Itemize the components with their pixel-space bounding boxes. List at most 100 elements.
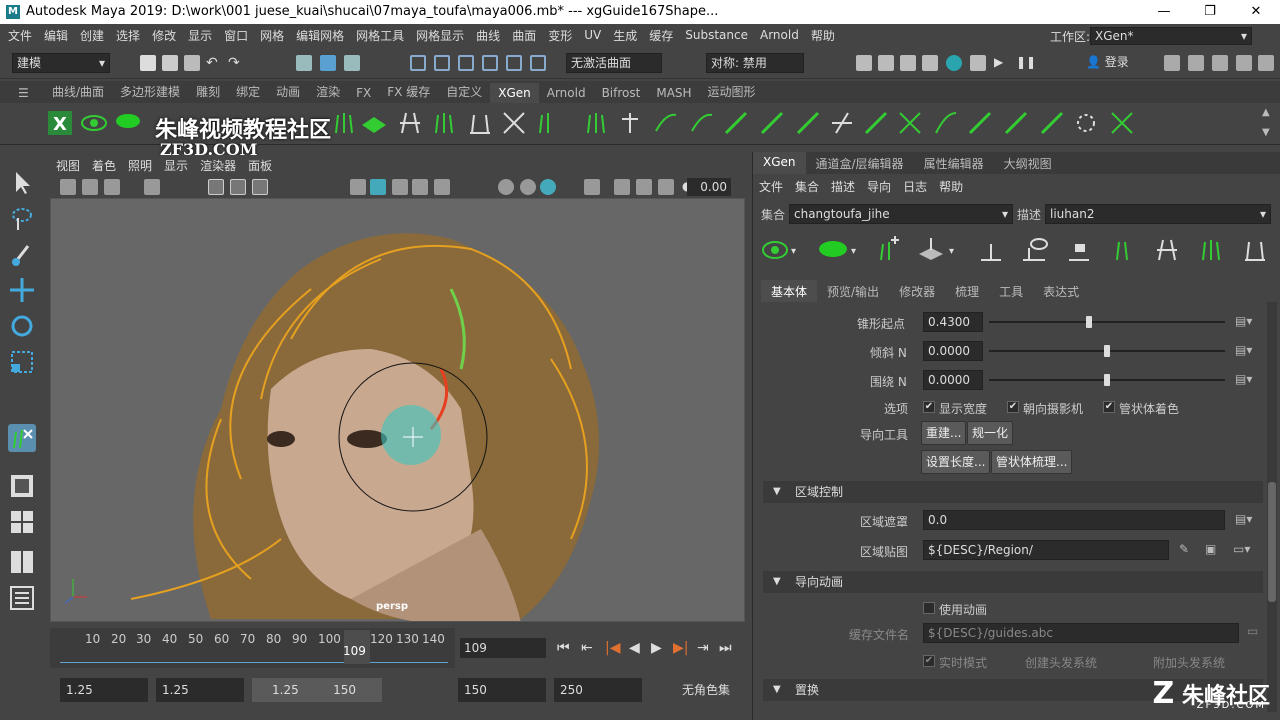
textured-icon[interactable] [412, 179, 428, 195]
isolate-select-icon[interactable] [540, 179, 556, 195]
guide-icon-1[interactable] [330, 109, 358, 137]
taper-start-slider[interactable] [989, 321, 1225, 323]
play-icon[interactable]: ▶ [994, 55, 1010, 71]
guide-normalize-icon[interactable] [1153, 236, 1181, 264]
taper-start-field[interactable]: 0.4300 [923, 312, 983, 332]
render-settings-icon[interactable] [922, 55, 938, 71]
layout-icon[interactable] [1258, 55, 1274, 71]
menu-create[interactable]: 创建 [74, 27, 110, 44]
tab-channel-box[interactable]: 通道盒/层编辑器 [806, 152, 914, 174]
shelf-tab-poly[interactable]: 多边形建模 [112, 80, 188, 103]
shelf-tab-rigging[interactable]: 绑定 [228, 80, 268, 103]
attach-hair-system-button[interactable]: 附加头发系统 [1153, 654, 1225, 671]
clear-preview-icon[interactable] [114, 109, 142, 137]
grease-pencil-icon[interactable] [144, 179, 160, 195]
character-set-dropdown[interactable]: 无角色集 [676, 678, 746, 702]
step-forward-key-icon[interactable]: ⇥ [697, 640, 709, 656]
folder-icon[interactable]: ▭▾ [1233, 542, 1250, 556]
paint-brush-icon[interactable]: ✎ [1179, 542, 1189, 556]
anim-start-field[interactable]: 1.25 [156, 678, 244, 702]
snap-surface-icon[interactable] [506, 55, 522, 71]
save-scene-icon[interactable] [184, 55, 200, 71]
viewport-panel[interactable]: persp [50, 198, 745, 622]
guide-icon-15[interactable] [828, 109, 856, 137]
guide-icon-13[interactable] [758, 109, 786, 137]
description-dropdown[interactable]: liuhan2 ▾ [1045, 204, 1271, 224]
tilt-n-field[interactable]: 0.0000 [923, 341, 983, 361]
redo-icon[interactable]: ↷ [228, 55, 244, 71]
attribute-editor-icon[interactable] [1188, 55, 1204, 71]
xgen-scrollbar-thumb[interactable] [1268, 482, 1276, 602]
tube-comb-button[interactable]: 管状体梳理... [991, 450, 1073, 474]
menu-arnold[interactable]: Arnold [754, 28, 805, 42]
vp-menu-lighting[interactable]: 照明 [122, 157, 158, 174]
move-tool-icon[interactable] [8, 276, 36, 304]
shelf-tab-curves[interactable]: 曲线/曲面 [44, 80, 112, 103]
select-component-icon[interactable] [344, 55, 360, 71]
modeling-toolkit-icon[interactable] [1164, 55, 1180, 71]
vp-menu-renderer[interactable]: 渲染器 [194, 157, 242, 174]
ambient-occlusion-icon[interactable] [520, 179, 536, 195]
subtab-primitives[interactable]: 基本体 [761, 280, 818, 302]
guide-icon-18[interactable] [932, 109, 960, 137]
region-map-field[interactable]: ${DESC}/Region/ [923, 540, 1169, 560]
xgen-clear-icon[interactable]: ▾ [817, 236, 861, 264]
snap-vertex-icon[interactable] [530, 55, 546, 71]
shelf-tab-arnold[interactable]: Arnold [539, 83, 594, 103]
shelf-scroll-down-icon[interactable]: ▼ [1262, 127, 1270, 138]
select-hierarchy-icon[interactable] [296, 55, 312, 71]
menu-mesh[interactable]: 网格 [254, 27, 290, 44]
restore-button[interactable]: ❐ [1190, 2, 1230, 22]
xray-icon[interactable] [584, 179, 600, 195]
play-backward-icon[interactable]: ◀ [629, 640, 640, 656]
shelf-scroll-up-icon[interactable]: ▲ [1262, 107, 1270, 118]
vp-menu-view[interactable]: 视图 [50, 157, 86, 174]
taper-start-knob[interactable] [1086, 316, 1092, 328]
scene-start-field[interactable]: 1.25 [60, 678, 148, 702]
guide-icon-14[interactable] [794, 109, 822, 137]
around-n-knob[interactable] [1104, 374, 1110, 386]
expression-menu-icon[interactable]: ▤▾ [1235, 512, 1252, 526]
vp-menu-show[interactable]: 显示 [158, 157, 194, 174]
guide-icon-21[interactable] [1038, 109, 1066, 137]
ipr-render-icon[interactable] [900, 55, 916, 71]
guide-icon-6[interactable] [500, 109, 528, 137]
film-gate-icon[interactable] [230, 179, 246, 195]
render-setup-icon[interactable] [970, 55, 986, 71]
shelf-tab-rendering[interactable]: 渲染 [308, 80, 348, 103]
tool-settings-icon[interactable] [1212, 55, 1228, 71]
step-forward-frame-icon[interactable]: ▶| [673, 640, 688, 656]
guide-icon-22[interactable] [1072, 109, 1100, 137]
rotate-tool-icon[interactable] [8, 312, 36, 340]
guide-icon-8[interactable] [582, 109, 610, 137]
collection-dropdown[interactable]: changtoufa_jihe ▾ [789, 204, 1013, 224]
folder-icon[interactable]: ▭ [1247, 624, 1258, 638]
expression-menu-icon[interactable]: ▤▾ [1235, 372, 1252, 386]
guide-icon-16[interactable] [862, 109, 890, 137]
workspace-dropdown[interactable]: XGen* ▾ [1090, 27, 1252, 45]
shelf-tab-sculpt[interactable]: 雕刻 [188, 80, 228, 103]
outliner-layout-icon[interactable] [8, 584, 36, 612]
guide-icon-20[interactable] [1002, 109, 1030, 137]
shelf-tab-xgen[interactable]: XGen [490, 83, 539, 103]
pause-icon[interactable]: ❚❚ [1016, 55, 1036, 71]
guide-icon-4[interactable] [430, 109, 458, 137]
guide-icon-3[interactable] [396, 109, 424, 137]
color-management-icon[interactable] [636, 179, 652, 195]
snap-point-icon[interactable] [458, 55, 474, 71]
expression-menu-icon[interactable]: ▤▾ [1235, 314, 1252, 328]
set-length-button[interactable]: 设置长度... [921, 450, 991, 474]
shelf-tab-motion-graphics[interactable]: 运动图形 [700, 80, 764, 103]
gamma-icon[interactable] [614, 179, 630, 195]
shelf-tab-bifrost[interactable]: Bifrost [594, 83, 649, 103]
menu-file[interactable]: 文件 [0, 27, 38, 44]
menu-mesh-display[interactable]: 网格显示 [410, 27, 470, 44]
guide-icon-7[interactable] [534, 109, 562, 137]
guide-animation-section[interactable]: ▼ 导向动画 [763, 571, 1263, 593]
tilt-n-knob[interactable] [1104, 345, 1110, 357]
grid-toggle-icon[interactable] [208, 179, 224, 195]
smooth-shade-icon[interactable] [370, 179, 386, 195]
guide-add-point-icon[interactable] [977, 236, 1005, 264]
camera-select-icon[interactable] [60, 179, 76, 195]
menu-edit[interactable]: 编辑 [38, 27, 74, 44]
